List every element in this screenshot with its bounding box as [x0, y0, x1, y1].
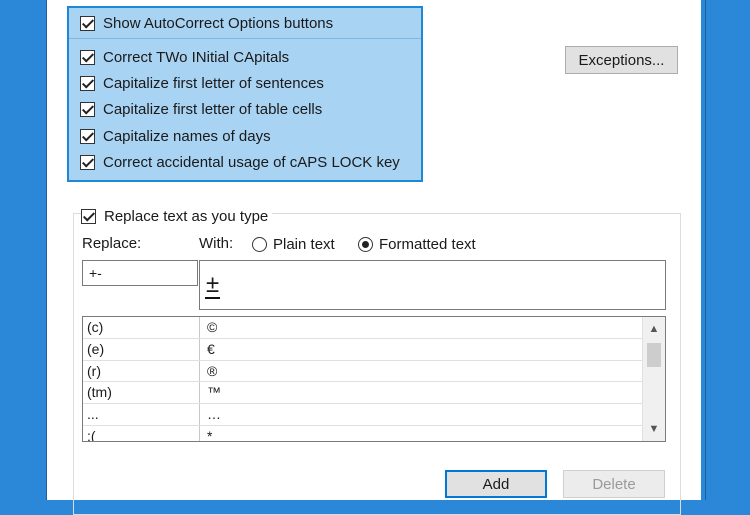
list-item[interactable]: (tm) ™	[83, 382, 665, 405]
option-capitalize-sentences[interactable]: Capitalize first letter of sentences	[80, 72, 324, 94]
entry-with: *	[207, 427, 213, 442]
checkbox-checked-icon[interactable]	[80, 128, 95, 144]
exceptions-button[interactable]: Exceptions...	[565, 46, 678, 74]
list-item[interactable]: (r) ®	[83, 361, 665, 383]
entry-replace: (r)	[87, 362, 101, 379]
entry-with: ™	[207, 384, 221, 401]
checkbox-checked-icon[interactable]	[80, 49, 95, 65]
option-label: Show AutoCorrect Options buttons	[103, 14, 334, 32]
replace-text-option[interactable]: Replace text as you type	[81, 205, 273, 227]
radio-selected-icon[interactable]	[358, 236, 373, 252]
add-button[interactable]: Add	[445, 470, 547, 498]
autocorrect-dialog: Show AutoCorrect Options buttons Correct…	[46, 0, 706, 515]
chevron-down-icon[interactable]: ▼	[643, 419, 665, 439]
list-item[interactable]: (e) €	[83, 339, 665, 361]
entry-with: …	[207, 406, 221, 423]
checkbox-checked-icon[interactable]	[81, 208, 96, 224]
option-show-autocorrect-buttons[interactable]: Show AutoCorrect Options buttons	[80, 12, 333, 34]
option-correct-two-initial-capitals[interactable]: Correct TWo INitial CApitals	[80, 46, 289, 68]
replace-group-title: Replace text as you type	[104, 207, 269, 225]
option-label: Capitalize first letter of table cells	[103, 100, 323, 118]
entry-with: ®	[207, 362, 218, 379]
exceptions-button-label: Exceptions...	[578, 51, 665, 69]
with-label: With:	[199, 235, 234, 252]
add-button-label: Add	[482, 475, 510, 493]
replace-input-value: +-	[89, 265, 102, 281]
list-scrollbar[interactable]: ▲ ▼	[642, 317, 665, 441]
radio-unselected-icon[interactable]	[252, 236, 267, 252]
option-label: Capitalize names of days	[103, 127, 271, 145]
highlight-separator	[69, 38, 421, 39]
formatted-text-radio[interactable]: Formatted text	[358, 233, 476, 255]
dialog-edge	[701, 0, 705, 500]
list-item[interactable]: ... …	[83, 404, 665, 426]
checkbox-checked-icon[interactable]	[80, 101, 95, 117]
list-item[interactable]: (c) ©	[83, 317, 665, 339]
option-caps-lock[interactable]: Correct accidental usage of cAPS LOCK ke…	[80, 151, 400, 173]
chevron-up-icon[interactable]: ▲	[643, 319, 665, 339]
with-input[interactable]: ±	[199, 260, 666, 310]
replace-input[interactable]: +-	[82, 260, 198, 286]
option-label: Capitalize first letter of sentences	[103, 74, 324, 92]
option-capitalize-days[interactable]: Capitalize names of days	[80, 125, 271, 147]
with-input-value: ±	[205, 271, 221, 299]
option-label: Correct TWo INitial CApitals	[103, 48, 290, 66]
replace-label: Replace:	[82, 235, 142, 252]
checkbox-checked-icon[interactable]	[80, 15, 95, 31]
entry-replace: ...	[87, 406, 99, 423]
entry-with: ©	[207, 319, 218, 335]
option-label: Correct accidental usage of cAPS LOCK ke…	[103, 153, 400, 171]
autocorrect-entries-list[interactable]: (c) © (e) € (r) ® (tm) ™ ... … :( * ▲ ▼	[82, 316, 666, 442]
scrollbar-thumb[interactable]	[647, 343, 661, 367]
delete-button[interactable]: Delete	[563, 470, 665, 498]
option-capitalize-table-cells[interactable]: Capitalize first letter of table cells	[80, 98, 322, 120]
entry-replace: (c)	[87, 319, 104, 335]
entry-replace: :(	[87, 427, 96, 442]
entry-replace: (e)	[87, 340, 105, 357]
entry-replace: (tm)	[87, 384, 112, 401]
entry-with: €	[207, 340, 215, 357]
plain-text-label: Plain text	[273, 235, 335, 253]
formatted-text-label: Formatted text	[379, 235, 476, 253]
checkbox-checked-icon[interactable]	[80, 154, 95, 170]
checkbox-checked-icon[interactable]	[80, 75, 95, 91]
delete-button-label: Delete	[592, 475, 636, 493]
list-item[interactable]: :( *	[83, 426, 665, 442]
plain-text-radio[interactable]: Plain text	[252, 233, 335, 255]
